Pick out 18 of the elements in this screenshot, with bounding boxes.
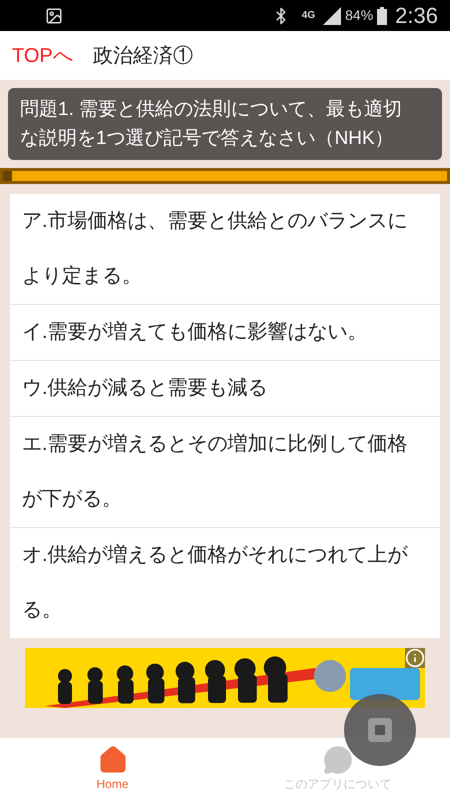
answer-option[interactable]: イ.需要が増えても価格に影響はない。 — [10, 304, 440, 360]
battery-icon — [377, 6, 388, 24]
info-icon[interactable] — [405, 648, 425, 668]
answer-option[interactable]: エ.需要が増えるとその増加に比例して価格が下がる。 — [10, 416, 440, 527]
top-link[interactable]: TOPへ — [12, 40, 73, 70]
question-text: 問題1. 需要と供給の法則について、最も適切な説明を1つ選び記号で答えなさい（NHK） — [8, 88, 442, 160]
home-icon — [98, 745, 128, 775]
clock: 2:36 — [395, 2, 438, 30]
signal-icon — [323, 6, 342, 24]
answer-option[interactable]: ウ.供給が減ると需要も減る — [10, 360, 440, 416]
image-notification-icon — [45, 6, 63, 24]
speech-bubble-icon — [322, 745, 352, 775]
answer-option[interactable]: オ.供給が増えると価格がそれにつれて上がる。 — [10, 527, 440, 638]
battery-percent: 84% — [345, 6, 374, 25]
answer-option[interactable]: ア.市場価格は、需要と供給とのバランスにより定まる。 — [10, 194, 440, 304]
square-icon — [368, 718, 392, 742]
network-type: 4G — [302, 10, 316, 20]
page-title: 政治経済① — [92, 44, 193, 68]
